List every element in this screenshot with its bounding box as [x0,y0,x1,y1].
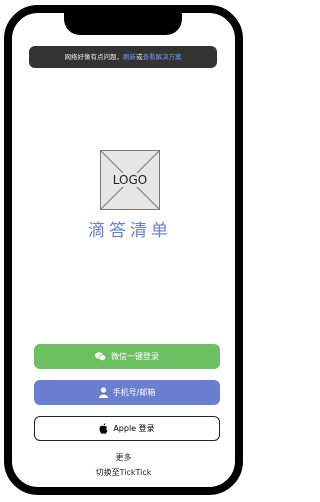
solution-link[interactable]: 查看解决方案 [143,53,182,61]
phone-email-login-button[interactable]: 手机号/邮箱 [34,380,220,405]
wechat-login-label: 微信一键登录 [111,352,159,361]
apple-icon [99,423,108,434]
logo-placeholder: LOGO [100,150,160,210]
more-link[interactable]: 更多 [12,452,235,463]
network-error-banner: 网络好像有点问题，刷新或查看解决方案 [29,46,217,68]
banner-message: 网络好像有点问题， [64,53,124,61]
phone-email-login-label: 手机号/邮箱 [112,388,156,397]
wechat-login-button[interactable]: 微信一键登录 [34,344,220,369]
wechat-icon [95,352,106,361]
user-icon [98,387,108,398]
refresh-link[interactable]: 刷新 [123,53,136,61]
apple-login-label: Apple 登录 [113,424,155,433]
apple-login-button[interactable]: Apple 登录 [34,416,220,441]
switch-to-ticktick-link[interactable]: 切换至TickTick [12,467,235,478]
phone-frame: 网络好像有点问题，刷新或查看解决方案 LOGO 滴答清单 微信一键登录 手机号/… [4,5,243,495]
logo-label: LOGO [111,173,149,187]
app-name: 滴答清单 [88,221,172,241]
phone-notch [64,13,182,35]
